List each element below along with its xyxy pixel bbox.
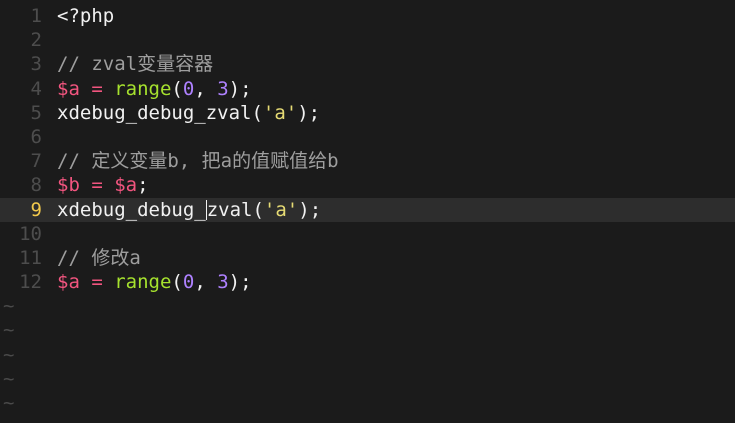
code-line[interactable]: 1 <?php (0, 4, 735, 28)
code-token: 3 (217, 271, 229, 294)
line-number: 8 (30, 174, 42, 197)
line-number: 5 (30, 101, 42, 124)
code-line[interactable]: 4 $a = range(0, 3); (0, 77, 735, 101)
line-number: 7 (30, 150, 42, 173)
code-text: xdebug_debug_zval('a'); (57, 198, 321, 222)
code-line[interactable]: 11 // 修改a (0, 246, 735, 270)
empty-line: ~ (0, 415, 735, 423)
code-line[interactable]: 8 $b = $a; (0, 173, 735, 197)
code-token: = (79, 77, 115, 100)
line-number: 4 (30, 77, 42, 100)
code-line[interactable]: 7 // 定义变量b, 把a的值赋值给b (0, 149, 735, 173)
code-text: // 定义变量b, 把a的值赋值给b (57, 149, 339, 173)
current-code-line[interactable]: 9 xdebug_debug_zval('a'); (0, 197, 735, 222)
code-token: 3 (217, 77, 229, 100)
empty-line: ~ (0, 318, 735, 342)
empty-line-marker: ~ (3, 343, 15, 366)
code-token: range (114, 271, 172, 294)
empty-line-marker: ~ (3, 295, 15, 318)
code-text: // 修改a (57, 246, 141, 270)
code-token: 0 (182, 77, 195, 100)
code-token: $a (57, 77, 80, 100)
empty-line-marker: ~ (3, 367, 15, 390)
line-number: 1 (30, 5, 42, 27)
code-line[interactable]: 6 (0, 125, 735, 149)
code-token: = (79, 174, 115, 197)
line-number: 3 (30, 53, 42, 76)
line-number: 12 (19, 271, 42, 294)
code-line[interactable]: 3 // zval变量容器 (0, 52, 735, 76)
code-token: ( (171, 271, 183, 294)
code-token: ); (228, 271, 252, 294)
code-token: ( (171, 77, 183, 100)
code-text: $b = $a; (57, 173, 149, 197)
empty-line: ~ (0, 294, 735, 318)
code-line[interactable]: 5 xdebug_debug_zval('a'); (0, 101, 735, 125)
code-token: // 定义变量b, 把a的值赋值给b (57, 150, 339, 173)
code-text: xdebug_debug_zval('a'); (57, 101, 320, 125)
code-token: xdebug_debug_zval( (57, 101, 263, 124)
code-line[interactable]: 12 $a = range(0, 3); (0, 270, 735, 294)
empty-line: ~ (0, 367, 735, 391)
line-number: 9 (30, 198, 42, 221)
code-token: 'a' (263, 198, 299, 221)
code-token: $a (57, 271, 80, 294)
empty-line-marker: ~ (3, 319, 15, 342)
line-number: 2 (30, 29, 42, 52)
code-text: $a = range(0, 3); (57, 270, 252, 294)
code-token: 0 (182, 271, 195, 294)
code-token: , (194, 77, 218, 100)
line-number: 10 (19, 222, 42, 245)
code-token: = (79, 271, 115, 294)
line-number: 6 (30, 125, 42, 148)
code-token: ); (298, 198, 322, 221)
code-token: , (194, 271, 218, 294)
code-token: $a (114, 174, 138, 197)
empty-line-marker: ~ (3, 415, 14, 423)
empty-line-marker: ~ (3, 392, 15, 414)
code-token: xdebug_debug_ (57, 198, 206, 221)
code-text: <?php (57, 4, 114, 28)
code-token: ); (297, 101, 321, 124)
code-line[interactable]: 2 (0, 28, 735, 52)
empty-line: ~ (0, 391, 735, 415)
code-line[interactable]: 10 (0, 222, 735, 246)
code-token: <?php (57, 5, 115, 27)
empty-line: ~ (0, 343, 735, 367)
editor-lines: 1 <?php 2 3// zval变量容器 4 $a = range(0, 3); 5 xd… (0, 4, 735, 423)
code-token: range (114, 77, 172, 100)
code-token: ); (228, 77, 252, 100)
code-text: $a = range(0, 3); (57, 77, 252, 101)
code-token: $b (57, 174, 80, 197)
code-text: // zval变量容器 (57, 52, 213, 76)
line-number: 11 (19, 246, 42, 269)
code-token: ; (137, 174, 149, 197)
code-editor[interactable]: 1 <?php 2 3// zval变量容器 4 $a = range(0, 3); 5 xd… (0, 0, 735, 423)
code-token: 'a' (262, 101, 298, 124)
code-token: // 修改a (57, 246, 141, 269)
code-token: // zval变量容器 (57, 53, 214, 76)
code-token: zval( (206, 198, 264, 221)
